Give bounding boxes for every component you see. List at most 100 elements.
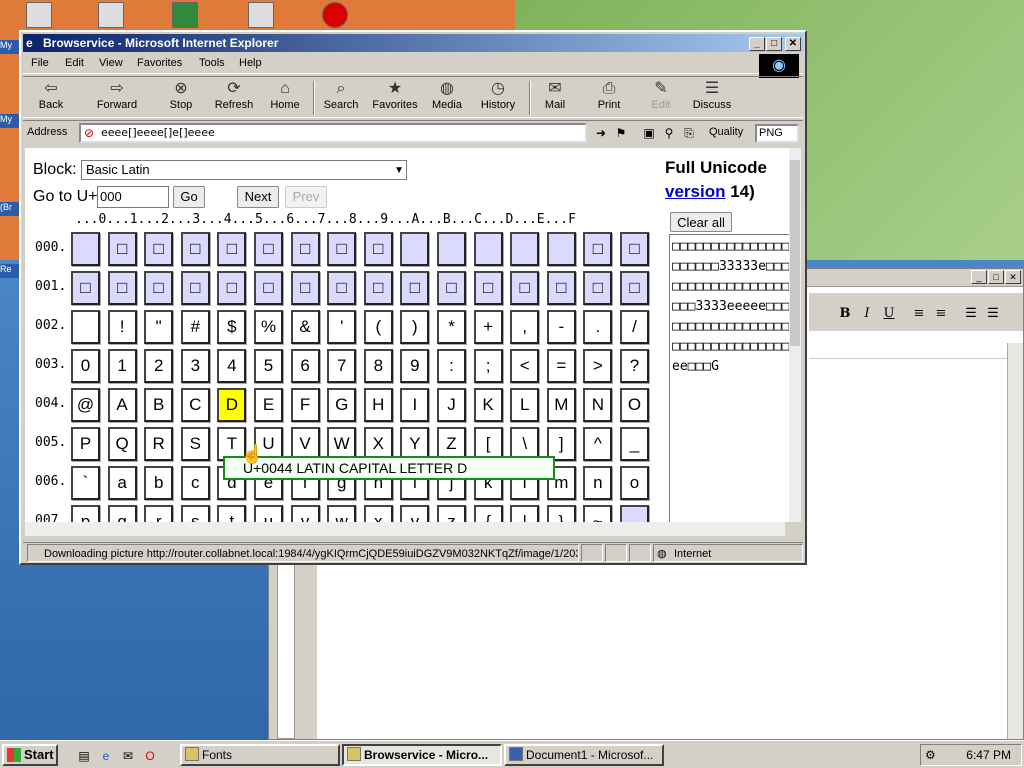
page-horizontal-scrollbar[interactable]: [25, 522, 785, 536]
char-cell[interactable]: □: [254, 232, 283, 266]
char-cell[interactable]: +: [473, 310, 503, 344]
close-icon[interactable]: ✕: [1005, 270, 1021, 284]
minimize-icon[interactable]: _: [971, 270, 987, 284]
tray-network-icon[interactable]: ⚙: [925, 745, 936, 765]
char-cell[interactable]: I: [400, 388, 430, 422]
char-cell[interactable]: &: [290, 310, 320, 344]
desktop-label-4[interactable]: Re: [0, 264, 20, 278]
char-cell[interactable]: □: [180, 271, 210, 305]
menu-edit[interactable]: Edit: [65, 57, 84, 69]
char-cell[interactable]: H: [363, 388, 393, 422]
start-button[interactable]: Start: [2, 744, 58, 766]
align-center-icon[interactable]: ≡: [931, 304, 951, 324]
menu-view[interactable]: View: [99, 57, 123, 69]
maximize-icon[interactable]: □: [766, 37, 782, 51]
char-cell[interactable]: □: [583, 232, 613, 266]
numbered-list-icon[interactable]: ☰: [961, 304, 981, 324]
char-cell[interactable]: ): [400, 310, 430, 344]
char-cell[interactable]: s: [180, 505, 210, 522]
window-icon[interactable]: ▣: [641, 125, 657, 141]
char-cell[interactable]: w: [327, 505, 357, 522]
char-cell[interactable]: □: [546, 271, 576, 305]
clock[interactable]: 6:47 PM: [966, 745, 1011, 765]
char-cell[interactable]: ": [144, 310, 174, 344]
char-cell[interactable]: x: [363, 505, 393, 522]
desktop-label-3[interactable]: (Br: [0, 202, 20, 216]
char-cell[interactable]: Q: [107, 427, 137, 461]
char-cell[interactable]: □: [290, 271, 320, 305]
char-cell[interactable]: 9: [400, 349, 430, 383]
char-cell[interactable]: _: [620, 427, 649, 461]
char-cell[interactable]: □: [363, 232, 393, 266]
char-cell[interactable]: □: [254, 271, 283, 305]
char-cell[interactable]: A: [107, 388, 137, 422]
char-cell[interactable]: □: [583, 271, 613, 305]
italic-icon[interactable]: I: [857, 304, 877, 324]
go-arrow-icon[interactable]: ➜: [593, 125, 609, 141]
char-cell[interactable]: %: [254, 310, 283, 344]
char-cell[interactable]: P: [71, 427, 100, 461]
desktop-label-1[interactable]: My: [0, 40, 20, 54]
ie-titlebar[interactable]: e Browservice - Microsoft Internet Explo…: [23, 34, 803, 52]
menu-tools[interactable]: Tools: [199, 57, 225, 69]
mail-button[interactable]: ✉ Mail: [537, 79, 573, 117]
minimize-icon[interactable]: _: [749, 37, 765, 51]
char-cell[interactable]: c: [180, 466, 210, 500]
char-cell[interactable]: >: [583, 349, 613, 383]
char-cell[interactable]: □: [144, 232, 174, 266]
char-cell[interactable]: .: [583, 310, 613, 344]
history-button[interactable]: ◷ History: [475, 79, 521, 117]
char-cell[interactable]: |: [510, 505, 540, 522]
char-cell[interactable]: N: [583, 388, 613, 422]
menu-help[interactable]: Help: [239, 57, 262, 69]
char-cell[interactable]: *: [437, 310, 466, 344]
char-cell[interactable]: {: [473, 505, 503, 522]
char-cell[interactable]: (: [363, 310, 393, 344]
char-cell[interactable]: p: [71, 505, 100, 522]
print-button[interactable]: ⎙ Print: [589, 79, 629, 117]
char-cell[interactable]: 2: [144, 349, 174, 383]
menu-favorites[interactable]: Favorites: [137, 57, 182, 69]
menu-file[interactable]: File: [31, 57, 49, 69]
char-cell[interactable]: [473, 232, 503, 266]
block-select[interactable]: Basic Latin ▼: [81, 160, 407, 180]
char-cell[interactable]: u: [254, 505, 283, 522]
char-cell[interactable]: □: [107, 271, 137, 305]
char-cell[interactable]: □: [180, 232, 210, 266]
copy-icon[interactable]: ⎘: [681, 125, 697, 141]
char-cell[interactable]: K: [473, 388, 503, 422]
forward-button[interactable]: ⇨ Forward: [89, 79, 145, 117]
next-button[interactable]: Next: [237, 186, 279, 208]
char-cell[interactable]: □: [327, 232, 357, 266]
bold-icon[interactable]: B: [835, 304, 855, 324]
desktop-control-icon[interactable]: [248, 2, 274, 28]
char-cell[interactable]: O: [620, 388, 649, 422]
find-icon[interactable]: ⚲: [661, 125, 677, 141]
char-cell[interactable]: n: [583, 466, 613, 500]
char-cell[interactable]: □: [290, 232, 320, 266]
char-cell[interactable]: E: [254, 388, 283, 422]
task-browservice[interactable]: Browservice - Micro...: [342, 744, 502, 766]
char-cell[interactable]: [510, 232, 540, 266]
word-scrollbar[interactable]: [1007, 343, 1023, 739]
char-cell[interactable]: 1: [107, 349, 137, 383]
char-cell[interactable]: y: [400, 505, 430, 522]
prev-button[interactable]: Prev: [285, 186, 327, 208]
char-cell[interactable]: ^: [583, 427, 613, 461]
char-cell[interactable]: :: [437, 349, 466, 383]
char-cell[interactable]: □: [400, 271, 430, 305]
char-cell[interactable]: □: [71, 271, 100, 305]
char-cell[interactable]: M: [546, 388, 576, 422]
char-cell[interactable]: □: [437, 271, 466, 305]
char-cell[interactable]: 3: [180, 349, 210, 383]
char-cell[interactable]: /: [620, 310, 649, 344]
home-button[interactable]: ⌂ Home: [265, 79, 305, 117]
close-icon[interactable]: ✕: [785, 37, 801, 51]
char-cell[interactable]: G: [327, 388, 357, 422]
opera-launch-icon[interactable]: O: [142, 748, 158, 764]
char-cell[interactable]: -: [546, 310, 576, 344]
underline-icon[interactable]: U: [879, 304, 899, 324]
favorites-button[interactable]: ★ Favorites: [367, 79, 423, 117]
char-cell[interactable]: L: [510, 388, 540, 422]
stop-button[interactable]: ⊗ Stop: [161, 79, 201, 117]
